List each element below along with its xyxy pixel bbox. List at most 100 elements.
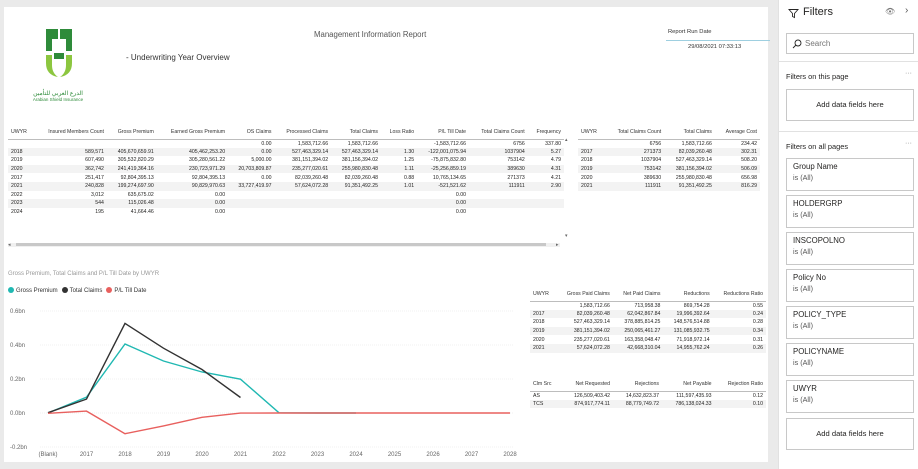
filter-card[interactable]: Policy No is (All) (786, 269, 914, 302)
cost-table-row[interactable]: 2019 753142 381,156,394.02 506.09 (578, 164, 760, 174)
y-tick-label: -0.2bn (10, 445, 27, 451)
table-cell: 337.80 (545, 140, 561, 147)
table-cell: 508.20 (741, 157, 757, 164)
main-table-row[interactable]: 2018 589,571 405,670,659.91 405,462,253.20 0… (8, 147, 564, 157)
filter-card[interactable]: POLICY_TYPE is (All) (786, 306, 914, 339)
main-table-header-row: UWYR Insured Members Count Gross Premium Ea… (8, 125, 564, 139)
cost-table-visual[interactable]: UWYR Total Claims Count Total Claims Averag… (578, 125, 764, 215)
reductions-table-row[interactable]: 2018 527,463,329.14 378,885,814.25 148,576,… (530, 318, 766, 327)
main-table-visual[interactable]: UWYR Insured Members Count Gross Premium Ea… (8, 125, 568, 248)
x-tick-label: 2018 (118, 452, 132, 458)
table-cell (157, 139, 228, 148)
table-cell: 57,624,072.28 (555, 343, 613, 353)
main-table-row[interactable]: 2017 251,417 92,804,395.13 92,804,395.13 0.0… (8, 173, 564, 182)
reductions-table-row[interactable]: 2021 57,624,072.28 42,668,310.04 14,955,762… (530, 343, 766, 353)
legend-item[interactable]: Gross Premium (8, 287, 58, 294)
column-header: UWYR (11, 128, 27, 135)
table-cell (381, 139, 417, 148)
column-header: Net Payable (683, 380, 712, 387)
column-header: Net Paid Claims (623, 290, 661, 297)
main-table-row[interactable]: 0.00 1,583,712.66 1,583,712.66 -1,583,712.6… (8, 139, 564, 148)
table-cell: 1.01 (380, 181, 418, 191)
cost-table-row[interactable]: 2018 1037904 527,463,329.14 508.20 (578, 156, 760, 165)
filter-search-box[interactable] (786, 33, 914, 54)
main-table-hscrollbar[interactable] (8, 243, 560, 247)
reductions-table-row[interactable]: 2017 82,039,260.48 62,042,867.84 19,996,392… (530, 309, 766, 319)
table-cell (228, 191, 274, 200)
rejection-table-row[interactable]: TCS 874,917,774.11 88,779,749.72 786,138,02… (530, 399, 766, 409)
cost-table-row[interactable]: 2021 111911 91,351,492.25 816.29 (578, 181, 760, 191)
reductions-table-visual[interactable]: UWYR Gross Paid Claims Net Paid Claims Redu… (530, 287, 768, 367)
table-cell: 0.12 (752, 392, 763, 399)
legend-label: Total Claims (69, 287, 103, 294)
table-cell: 230,723,971.29 (156, 164, 229, 174)
rejection-table-visual[interactable]: Clm Src Net Requested Rejections Net Payabl… (530, 377, 768, 417)
table-cell: 5.27 (527, 147, 564, 157)
filter-search-input[interactable] (805, 37, 905, 50)
company-logo: الدرع العربي للتأمين Arabian Shield Insu… (18, 25, 98, 107)
table-cell: 111911 (469, 181, 528, 191)
x-tick-label: 2019 (157, 452, 171, 458)
reductions-table-row[interactable]: 2019 381,151,394.02 250,065,461.27 131,085,… (530, 326, 766, 336)
table-cell: 19,996,392.64 (663, 309, 713, 319)
main-table-hscroll-thumb[interactable] (16, 243, 546, 246)
table-cell: 0.24 (712, 309, 766, 319)
table-cell: 527,463,329.14 (331, 147, 381, 157)
series-line (47, 322, 241, 414)
table-cell: -25,256,859.19 (417, 164, 470, 174)
legend-label: Gross Premium (16, 287, 58, 294)
table-cell: 41,664.46 (130, 209, 154, 216)
cost-table-row[interactable]: 2017 271373 82,039,260.48 302.31 (578, 147, 760, 157)
main-table-row[interactable]: 2020 362,742 241,419,364.16 230,723,971.29 2… (8, 164, 564, 174)
legend-item[interactable]: P/L Till Date (106, 287, 146, 294)
main-table-row[interactable]: 2021 240,828 199,274,697.90 90,829,970.63 33… (8, 181, 564, 191)
add-data-fields-page[interactable]: Add data fields here (786, 89, 914, 121)
page-filters-more-icon[interactable]: ··· (905, 70, 912, 77)
x-tick-label: 2017 (80, 452, 94, 458)
table-cell: 0.00 (455, 191, 467, 198)
table-cell: 2018 (8, 147, 34, 157)
filter-card[interactable]: UWYR is (All) (786, 380, 914, 413)
table-cell: 0.55 (752, 302, 763, 309)
table-cell: AS (533, 392, 540, 399)
legend-item[interactable]: Total Claims (61, 287, 103, 294)
column-header: Frequency (536, 128, 561, 135)
column-header: Gross Premium (117, 128, 154, 135)
filter-card-name: Group Name (793, 162, 838, 171)
table-cell (528, 208, 564, 217)
table-cell: 0.31 (752, 336, 763, 343)
cost-table-row[interactable]: 2020 389630 255,980,830.48 656.98 (578, 173, 760, 182)
filter-card-value: is (All) (793, 173, 813, 182)
cost-table-row[interactable]: 6756 1,583,712.66 234.42 (578, 139, 760, 148)
filter-card[interactable]: HOLDERGRP is (All) (786, 195, 914, 228)
column-header: Gross Paid Claims (566, 290, 610, 297)
main-table-row[interactable]: 2022 3,012 635,675.02 0.00 0.00 (8, 191, 564, 200)
scroll-down-icon[interactable]: ▾ (565, 233, 568, 239)
scroll-right-icon[interactable]: ▸ (556, 242, 559, 248)
main-table-row[interactable]: 2023 544 115,026.48 0.00 0.00 (8, 199, 564, 208)
all-filters-more-icon[interactable]: ··· (905, 140, 912, 147)
reductions-table-row[interactable]: 1,583,712.66 713,958.38 869,754.28 0.55 (530, 301, 766, 310)
table-cell: 713,958.38 (634, 302, 661, 309)
table-cell: 874,917,774.11 (560, 399, 614, 409)
table-cell: 2023 (8, 199, 34, 208)
y-tick-label: 0.6bn (10, 309, 25, 315)
rejection-table-row[interactable]: AS 126,509,403.42 14,632,823.37 111,597,435… (530, 391, 766, 400)
filter-card[interactable]: POLICYNAME is (All) (786, 343, 914, 376)
visibility-eye-icon[interactable]: 👁 (885, 7, 895, 16)
filter-card[interactable]: INSCOPOLNO is (All) (786, 232, 914, 265)
main-table-row[interactable]: 2019 607,490 305,532,820.29 305,280,561.22 5… (8, 156, 564, 165)
table-cell: 0.10 (714, 399, 766, 409)
table-cell: 635,675.02 (127, 191, 154, 198)
main-table-row[interactable]: 2024 195 41,664.46 0.00 0.00 (8, 208, 564, 217)
scroll-up-icon[interactable]: ▴ (565, 137, 568, 143)
table-cell: 3,012 (90, 191, 104, 198)
table-cell: 250,065,461.27 (612, 326, 664, 336)
filter-card[interactable]: Group Name is (All) (786, 158, 914, 191)
table-cell: 271373 (507, 174, 525, 181)
reductions-table-row[interactable]: 2020 235,277,020.61 163,358,048.47 71,918,9… (530, 335, 766, 344)
scroll-left-icon[interactable]: ◂ (8, 242, 11, 248)
collapse-pane-icon[interactable]: › (905, 5, 908, 16)
add-data-fields-all[interactable]: Add data fields here (786, 418, 914, 450)
line-chart[interactable]: -0.2bn 0.0bn 0.2bn 0.4bn 0.6bn (Blank) 2017 201… (4, 299, 526, 459)
